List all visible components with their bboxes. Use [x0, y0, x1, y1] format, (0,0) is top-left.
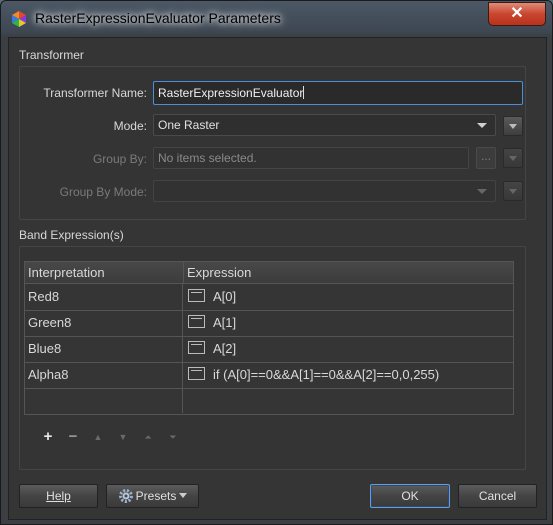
expression-editor-icon[interactable] [188, 315, 205, 328]
expression-cell[interactable]: A[2] [183, 336, 513, 362]
table-row[interactable]: Green8 A[1] [25, 310, 513, 337]
transformer-name-label: Transformer Name: [43, 86, 147, 100]
dialog-body: Transformer Transformer Name: RasterExpr… [8, 37, 547, 520]
move-down-button[interactable]: ▼ [116, 430, 130, 444]
window-title: RasterExpressionEvaluator Parameters [35, 10, 281, 26]
expression-cell-empty[interactable] [183, 388, 513, 413]
expression-editor-icon[interactable] [188, 367, 205, 380]
chevron-down-icon [509, 124, 517, 129]
chevron-down-icon [477, 123, 487, 128]
expression-value: A[2] [213, 341, 237, 356]
move-bottom-button[interactable]: ⏷ [166, 430, 180, 444]
remove-row-button[interactable]: − [66, 429, 80, 444]
group-by-mode-dropdown[interactable] [153, 180, 496, 202]
column-header-interpretation[interactable]: Interpretation [25, 262, 184, 284]
expression-value: A[1] [213, 315, 237, 330]
interpretation-cell[interactable]: Red8 [25, 284, 183, 310]
transformer-name-value: RasterExpressionEvaluator [158, 86, 304, 100]
mode-dropdown[interactable]: One Raster [153, 114, 496, 136]
help-button[interactable]: Help [19, 484, 98, 508]
mode-options-button[interactable] [503, 116, 523, 136]
parameters-dialog: RasterExpressionEvaluator Parameters ✕ T… [0, 0, 553, 525]
interpretation-cell-empty[interactable] [25, 388, 183, 413]
add-row-button[interactable]: + [41, 429, 55, 444]
transformer-section-label: Transformer [19, 48, 84, 62]
expression-value: if (A[0]==0&&A[1]==0&&A[2]==0,0,255) [213, 367, 440, 382]
group-by-mode-label: Group By Mode: [59, 185, 147, 199]
expression-editor-icon[interactable] [188, 289, 205, 302]
chevron-down-icon [509, 156, 517, 161]
interpretation-cell[interactable]: Green8 [25, 310, 183, 336]
fme-app-icon [12, 11, 26, 27]
table-row[interactable]: Blue8 A[2] [25, 336, 513, 363]
expression-cell[interactable]: if (A[0]==0&&A[1]==0&&A[2]==0,0,255) [183, 362, 513, 388]
help-label: Help [46, 489, 71, 503]
group-by-ellipsis-button[interactable]: ... [476, 147, 496, 169]
ok-button[interactable]: OK [370, 484, 450, 508]
text-caret [303, 86, 305, 99]
presets-label: Presets [135, 489, 177, 503]
mode-value: One Raster [158, 118, 220, 132]
group-by-mode-options-button[interactable] [503, 181, 523, 201]
expression-cell[interactable]: A[1] [183, 310, 513, 336]
chevron-down-icon [477, 189, 487, 194]
expression-cell[interactable]: A[0] [183, 284, 513, 310]
interpretation-cell[interactable]: Blue8 [25, 336, 183, 362]
title-bar[interactable]: RasterExpressionEvaluator Parameters ✕ [1, 1, 552, 37]
move-up-button[interactable]: ▲ [91, 430, 105, 444]
gear-icon [118, 489, 133, 503]
interpretation-cell[interactable]: Alpha8 [25, 362, 183, 388]
chevron-down-icon [179, 493, 188, 498]
mode-label: Mode: [113, 119, 147, 133]
transformer-name-input[interactable]: RasterExpressionEvaluator [153, 81, 523, 105]
group-by-field[interactable]: No items selected. [153, 147, 469, 169]
presets-button[interactable]: Presets [106, 484, 199, 508]
band-expression-table: Interpretation Expression Red8 A[0] Gree… [24, 261, 514, 415]
expression-editor-icon[interactable] [188, 341, 205, 354]
close-button[interactable]: ✕ [488, 2, 546, 26]
group-by-label: Group By: [92, 152, 147, 166]
move-top-button[interactable]: ⏶ [141, 430, 155, 444]
table-row[interactable]: Red8 A[0] [25, 284, 513, 311]
chevron-down-icon [509, 189, 517, 194]
group-by-placeholder: No items selected. [158, 151, 257, 165]
band-section-label: Band Expression(s) [19, 228, 124, 242]
expression-value: A[0] [213, 289, 237, 304]
cancel-button[interactable]: Cancel [458, 484, 537, 508]
empty-table-row[interactable] [25, 388, 513, 413]
column-header-expression[interactable]: Expression [184, 262, 513, 284]
table-row[interactable]: Alpha8 if (A[0]==0&&A[1]==0&&A[2]==0,0,2… [25, 362, 513, 389]
group-by-options-button[interactable] [503, 148, 523, 168]
